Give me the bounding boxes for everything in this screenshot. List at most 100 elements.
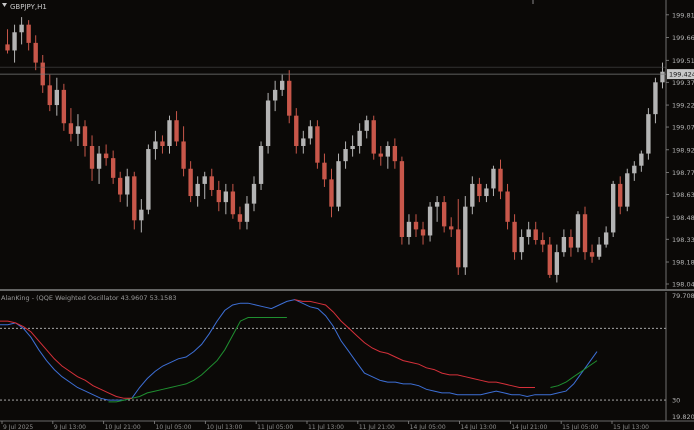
candle-body	[54, 89, 60, 106]
price-tick-label: 199.075	[672, 124, 694, 132]
price-tick-label: 198.480	[672, 214, 694, 222]
candle-body	[639, 153, 644, 166]
candle-body	[103, 153, 109, 159]
candle-body	[596, 244, 602, 257]
candle-body	[357, 130, 362, 146]
price-tick-label: 198.925	[672, 146, 694, 154]
indicator-min-label: 19.8203	[672, 413, 694, 421]
candle-body	[47, 85, 52, 106]
candle-body	[132, 176, 137, 221]
time-tick-label: 14 Jul 05:00	[410, 424, 446, 430]
trading-chart-window: 199.815 199.665 199.515 199.370 199.220 199.0…	[0, 0, 694, 430]
candle-body	[660, 71, 665, 83]
candle-body	[61, 89, 67, 124]
candle-body	[632, 165, 637, 174]
price-tick-label: 198.185	[672, 259, 694, 267]
time-tick-label: 14 Jul 13:00	[461, 424, 497, 430]
candle-body	[420, 229, 426, 236]
price-tick-label: 199.815	[672, 11, 694, 19]
candle-body	[265, 100, 271, 146]
candle-body	[378, 153, 383, 157]
candle-body	[110, 158, 116, 178]
candle-body	[456, 229, 461, 268]
candle-body	[244, 203, 250, 222]
candle-body	[75, 126, 81, 134]
candle-body	[625, 173, 630, 207]
candle-body	[160, 141, 165, 146]
indicator-series-1	[108, 317, 598, 403]
candle-body	[329, 179, 334, 207]
candle-body	[125, 176, 130, 195]
candle-body	[216, 189, 221, 203]
candle-body	[251, 183, 257, 204]
candle-body	[603, 232, 609, 245]
candle-body	[174, 120, 179, 142]
candle-body	[554, 252, 560, 275]
candle-body	[82, 126, 88, 146]
candle-body	[484, 188, 489, 197]
time-tick-label: 10 Jul 21:00	[105, 424, 141, 430]
candle-body	[89, 146, 95, 169]
price-tick-label: 198.775	[672, 169, 694, 177]
candle-body	[413, 221, 419, 230]
candle-body	[153, 141, 158, 150]
candle-body	[279, 80, 285, 90]
candle-body	[392, 146, 398, 162]
candle-body	[533, 229, 538, 241]
candle-body	[146, 149, 151, 210]
candle-body	[26, 24, 31, 43]
price-tick-label: 199.665	[672, 34, 694, 42]
time-tick-label: 11 Jul 05:00	[257, 424, 293, 430]
candle-body	[582, 214, 588, 253]
candle-body	[19, 24, 24, 33]
candle-body	[589, 252, 595, 257]
candle-body	[406, 221, 412, 237]
candle-body	[526, 229, 531, 237]
candle-body	[272, 89, 278, 101]
candle-body	[33, 42, 38, 63]
time-axis: 9 Jul 2025 9 Jul 13:00 10 Jul 21:00 10 Jul …	[1, 421, 649, 430]
candle-body	[322, 162, 327, 180]
candle-body	[230, 191, 236, 215]
chart-canvas[interactable]: 199.815 199.665 199.515 199.370 199.220 199.0…	[0, 0, 694, 430]
candle-body	[371, 120, 376, 154]
price-tick-label: 198.335	[672, 236, 694, 244]
price-tick-label: 199.220	[672, 102, 694, 110]
current-price-label: 199.424	[669, 71, 694, 79]
price-tick-label: 199.515	[672, 57, 694, 65]
candle-body	[491, 168, 496, 189]
indicator-pane: 30 79.7084 19.8203	[0, 292, 694, 421]
candle-body	[181, 141, 186, 169]
candle-body	[336, 161, 341, 207]
time-tick-label: 11 Jul 21:00	[359, 424, 395, 430]
candle-body	[470, 183, 475, 207]
candle-body	[441, 202, 447, 227]
candle-body	[498, 168, 503, 192]
candle-body	[202, 176, 207, 184]
time-tick-label: 9 Jul 13:00	[54, 424, 86, 430]
indicator-max-label: 79.7084	[672, 292, 694, 300]
candle-body	[512, 221, 517, 253]
price-tick-label: 198.630	[672, 191, 694, 199]
candle-body	[188, 168, 193, 197]
symbol-dropdown-icon[interactable]	[2, 3, 7, 7]
candle-body	[646, 114, 651, 154]
candle-body	[519, 236, 524, 253]
time-tick-label: 11 Jul 13:00	[308, 424, 344, 430]
candle-body	[653, 82, 658, 115]
candle-body	[463, 206, 468, 268]
candle-body	[561, 236, 567, 253]
time-tick-label: 15 Jul 13:00	[613, 424, 649, 430]
candle-body	[12, 32, 17, 51]
candle-body	[237, 214, 243, 222]
candle-body	[505, 191, 510, 222]
candle-body	[167, 120, 172, 146]
candle-body	[343, 149, 348, 162]
candle-body	[139, 209, 144, 221]
time-tick-label: 15 Jul 05:00	[562, 424, 598, 430]
candle-body	[301, 138, 306, 146]
candle-body	[68, 123, 74, 134]
candle-body	[308, 126, 313, 139]
time-tick-label: 9 Jul 2025	[3, 424, 33, 430]
candle-body	[294, 115, 299, 146]
